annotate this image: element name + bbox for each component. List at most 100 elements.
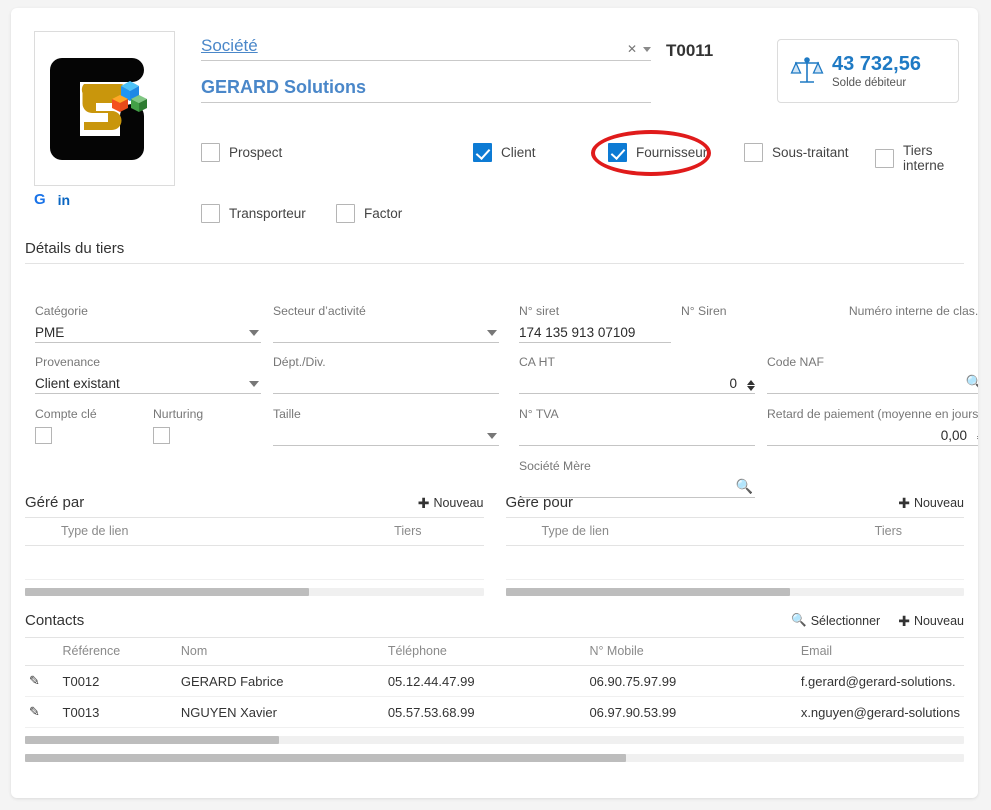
- input-taille[interactable]: [273, 424, 499, 446]
- chevron-down-icon[interactable]: [643, 46, 651, 52]
- cell-email[interactable]: x.nguyen@gerard-solutions: [796, 696, 964, 728]
- plus-icon: ✚: [417, 494, 430, 511]
- input-compte-cle[interactable]: [35, 424, 145, 446]
- cell-email[interactable]: f.gerard@gerard-solutions.: [796, 665, 964, 697]
- gere-par-scroll-thumb[interactable]: [25, 588, 310, 596]
- chevron-down-icon-secteur[interactable]: [487, 330, 497, 336]
- input-nurturing[interactable]: [153, 424, 263, 446]
- stepper-up-icon-retard[interactable]: [977, 432, 978, 437]
- table-row[interactable]: ✎ T0012 GERARD Fabrice 05.12.44.47.99 06…: [25, 665, 964, 697]
- chevron-down-icon-taille[interactable]: [487, 433, 497, 439]
- gere-pour-scroll-thumb[interactable]: [505, 588, 790, 596]
- contacts-scrollbar[interactable]: [25, 736, 964, 744]
- close-x-icon[interactable]: ✕: [627, 42, 637, 56]
- col-tiers[interactable]: Tiers: [270, 517, 484, 546]
- col-telephone[interactable]: Téléphone: [383, 637, 586, 666]
- chevron-down-icon-categorie[interactable]: [249, 330, 259, 336]
- search-icon-societe-mere[interactable]: 🔍: [736, 478, 753, 495]
- input-societe-mere[interactable]: 🔍: [519, 476, 755, 498]
- gere-pour-panel: Gère pour ✚ Nouveau Type de lien Tiers: [505, 494, 964, 596]
- checkbox-box-client[interactable]: [473, 143, 492, 162]
- field-siren: N° Siren: [681, 304, 801, 343]
- pencil-edit-icon[interactable]: ✎: [29, 673, 40, 688]
- checkbox-label-tiers-interne: Tiers interne: [903, 143, 945, 173]
- col-email[interactable]: Email: [796, 637, 964, 666]
- checkbox-box-nurturing[interactable]: [153, 427, 170, 444]
- label-code-naf: Code NAF: [767, 355, 824, 369]
- input-dept-div[interactable]: [273, 372, 499, 394]
- input-provenance[interactable]: Client existant: [35, 372, 261, 394]
- checkbox-box-sous-traitant[interactable]: [744, 143, 763, 162]
- checkbox-row-1: Prospect Client Fournisseur Sous-traitan…: [201, 130, 961, 181]
- checkbox-fournisseur[interactable]: Fournisseur: [608, 143, 707, 162]
- page-horizontal-scrollbar[interactable]: [25, 754, 964, 762]
- company-type-link[interactable]: Société: [201, 36, 258, 55]
- checkbox-label-transporteur: Transporteur: [229, 206, 306, 221]
- stepper-down-icon[interactable]: [747, 386, 755, 391]
- third-party-type-checkboxes: Prospect Client Fournisseur Sous-traitan…: [201, 130, 961, 242]
- checkbox-prospect[interactable]: Prospect: [201, 143, 282, 162]
- contacts-scroll-thumb[interactable]: [25, 736, 279, 744]
- checkbox-box-compte-cle[interactable]: [35, 427, 52, 444]
- checkbox-box-fournisseur[interactable]: [608, 143, 627, 162]
- checkbox-transporteur[interactable]: Transporteur: [201, 204, 306, 223]
- col-tiers[interactable]: Tiers: [750, 517, 964, 546]
- checkbox-factor[interactable]: Factor: [336, 204, 402, 223]
- contacts-actions: 🔍 Sélectionner ✚ Nouveau: [791, 613, 964, 628]
- col-mobile[interactable]: N° Mobile: [585, 637, 797, 666]
- gere-par-scrollbar[interactable]: [25, 588, 484, 596]
- checkbox-row-2: Transporteur Factor: [201, 204, 961, 242]
- input-tva[interactable]: [519, 424, 755, 446]
- gere-pour-new-button[interactable]: ✚ Nouveau: [898, 496, 964, 510]
- edit-cell[interactable]: ✎: [25, 665, 59, 697]
- page-scroll-thumb[interactable]: [25, 754, 626, 762]
- cell-telephone[interactable]: 05.12.44.47.99: [383, 665, 586, 697]
- cell-telephone[interactable]: 05.57.53.68.99: [383, 696, 586, 728]
- value-retard-paiement: 0,00: [940, 428, 967, 443]
- checkbox-box-prospect[interactable]: [201, 143, 220, 162]
- gere-pour-scrollbar[interactable]: [505, 588, 964, 596]
- chevron-down-icon-provenance[interactable]: [249, 381, 259, 387]
- stepper-ca-ht[interactable]: [747, 380, 755, 391]
- input-numero-interne[interactable]: [825, 321, 978, 343]
- input-code-naf[interactable]: 🔍: [767, 372, 978, 394]
- pencil-edit-icon[interactable]: ✎: [29, 704, 40, 719]
- checkbox-tiers-interne[interactable]: Tiers interne: [875, 143, 961, 173]
- checkbox-box-factor[interactable]: [336, 204, 355, 223]
- cell-mobile[interactable]: 06.90.75.97.99: [585, 665, 797, 697]
- checkbox-client[interactable]: Client: [473, 143, 536, 162]
- linkedin-icon[interactable]: in: [58, 192, 70, 208]
- input-siren[interactable]: [681, 321, 801, 343]
- input-siret[interactable]: 174 135 913 07109: [519, 321, 671, 343]
- checkbox-box-transporteur[interactable]: [201, 204, 220, 223]
- stepper-down-icon-retard[interactable]: [977, 438, 978, 443]
- col-reference[interactable]: Référence: [58, 637, 177, 666]
- input-categorie[interactable]: PME: [35, 321, 261, 343]
- checkbox-sous-traitant[interactable]: Sous-traitant: [744, 143, 849, 162]
- table-empty-row: [25, 545, 484, 580]
- gere-par-new-button[interactable]: ✚ Nouveau: [418, 496, 484, 510]
- checkbox-label-sous-traitant: Sous-traitant: [772, 145, 849, 160]
- stepper-up-icon[interactable]: [747, 380, 755, 385]
- cell-mobile[interactable]: 06.97.90.53.99: [585, 696, 797, 728]
- label-dept-div: Dépt./Div.: [273, 355, 326, 369]
- edit-cell[interactable]: ✎: [25, 696, 59, 728]
- company-name-row[interactable]: GERARD Solutions: [201, 77, 651, 103]
- company-logo: [34, 31, 175, 186]
- col-type-de-lien[interactable]: Type de lien: [505, 517, 751, 546]
- input-ca-ht[interactable]: 0: [519, 372, 755, 394]
- scales-balance-icon: [790, 57, 824, 83]
- search-icon-code-naf[interactable]: 🔍: [966, 374, 978, 391]
- gere-pour-actions: ✚ Nouveau: [898, 496, 964, 510]
- input-secteur[interactable]: [273, 321, 499, 343]
- google-icon[interactable]: G: [34, 191, 46, 208]
- stepper-retard-paiement[interactable]: [977, 432, 978, 443]
- input-retard-paiement[interactable]: 0,00: [767, 424, 978, 446]
- checkbox-box-tiers-interne[interactable]: [875, 148, 894, 168]
- contacts-select-button[interactable]: 🔍 Sélectionner: [791, 613, 880, 628]
- table-row[interactable]: ✎ T0013 NGUYEN Xavier 05.57.53.68.99 06.…: [25, 696, 964, 728]
- contacts-new-button[interactable]: ✚ Nouveau: [898, 614, 964, 628]
- cell-reference: T0013: [58, 696, 177, 728]
- col-type-de-lien[interactable]: Type de lien: [25, 517, 271, 546]
- col-nom[interactable]: Nom: [176, 637, 384, 666]
